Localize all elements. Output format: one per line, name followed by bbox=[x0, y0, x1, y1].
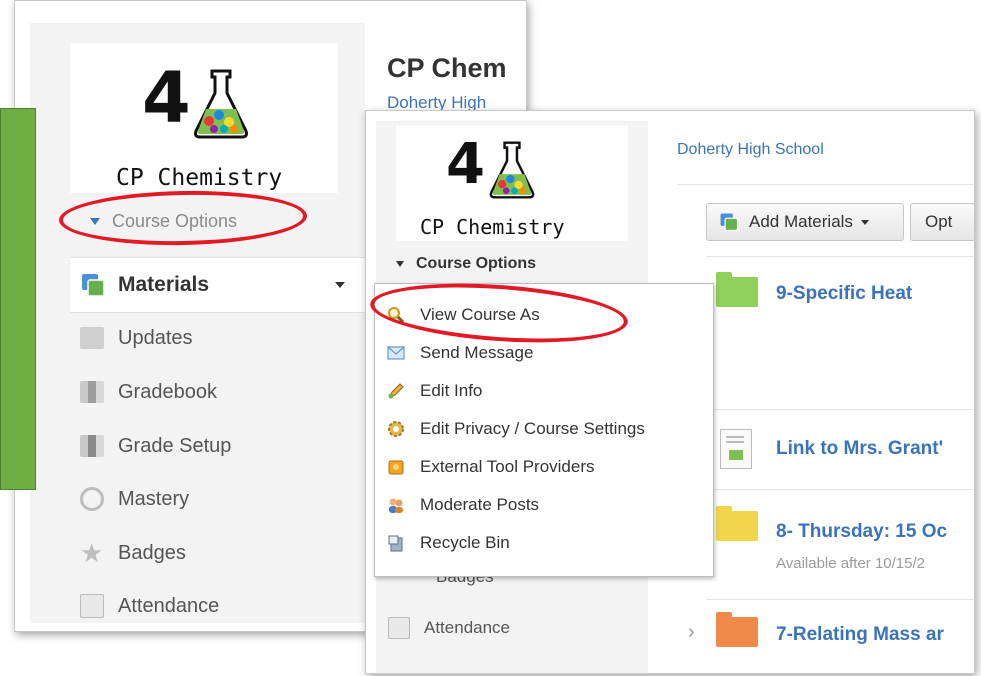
grade-setup-icon bbox=[80, 435, 104, 457]
menu-item-moderate-posts[interactable]: Moderate Posts bbox=[375, 486, 713, 524]
availability-note: Available after 10/15/2 bbox=[776, 555, 925, 572]
gear-icon bbox=[388, 421, 404, 437]
dropdown-caret-icon bbox=[860, 219, 869, 225]
front-course-logo: 4 CP Chemistry bbox=[396, 125, 628, 241]
envelope-icon bbox=[387, 346, 405, 360]
row-divider bbox=[706, 489, 974, 490]
logo-course-name: CP Chemistry bbox=[420, 215, 565, 239]
badges-icon: ★ bbox=[80, 537, 104, 568]
chevron-right-icon[interactable]: › bbox=[688, 621, 695, 644]
front-sidebar-attendance[interactable]: Attendance bbox=[388, 611, 510, 645]
sidebar-item-gradebook[interactable]: Gradebook bbox=[80, 373, 217, 411]
folder-icon bbox=[716, 272, 758, 307]
sidebar-item-updates[interactable]: Updates bbox=[80, 319, 193, 357]
material-item-title[interactable]: 7-Relating Mass ar bbox=[776, 624, 944, 646]
material-item-title[interactable]: Link to Mrs. Grant' bbox=[776, 438, 943, 460]
logo-course-name: CP Chemistry bbox=[116, 165, 283, 191]
dropdown-caret-icon bbox=[335, 282, 345, 288]
front-course-panel: 4 CP Chemistry Course Options Badges Att… bbox=[365, 110, 975, 674]
logo-number: 4 bbox=[446, 132, 485, 197]
folder-icon bbox=[716, 506, 758, 541]
front-school-link[interactable]: Doherty High School bbox=[677, 141, 824, 159]
materials-icon bbox=[82, 274, 105, 297]
recycle-bin-icon bbox=[388, 535, 403, 552]
gradebook-icon bbox=[80, 381, 104, 403]
menu-item-edit-privacy-settings[interactable]: Edit Privacy / Course Settings bbox=[375, 410, 713, 448]
back-course-logo: 4 CP Chemistry bbox=[70, 43, 338, 193]
updates-icon bbox=[80, 327, 104, 349]
flask-icon bbox=[194, 69, 248, 139]
folder-icon bbox=[716, 612, 758, 647]
menu-item-recycle-bin[interactable]: Recycle Bin bbox=[375, 524, 713, 562]
back-course-title: CP Chem bbox=[387, 53, 507, 83]
sidebar-item-badges[interactable]: ★ Badges bbox=[80, 534, 186, 572]
menu-item-edit-info[interactable]: Edit Info bbox=[375, 372, 713, 410]
material-item-title[interactable]: 8- Thursday: 15 Oc bbox=[776, 521, 947, 543]
sidebar-item-grade-setup[interactable]: Grade Setup bbox=[80, 427, 231, 465]
material-item-title[interactable]: 9-Specific Heat bbox=[776, 283, 912, 305]
add-materials-button[interactable]: Add Materials bbox=[706, 203, 904, 241]
triangle-down-icon bbox=[396, 261, 404, 267]
sidebar-item-materials[interactable]: Materials bbox=[70, 257, 370, 313]
puzzle-icon bbox=[388, 460, 404, 475]
logo-number: 4 bbox=[142, 57, 191, 139]
row-divider bbox=[706, 409, 974, 410]
attendance-icon bbox=[80, 594, 104, 618]
flask-icon bbox=[489, 141, 535, 199]
toolbar-divider bbox=[706, 256, 974, 257]
pencil-icon bbox=[388, 383, 404, 399]
mastery-icon bbox=[80, 487, 104, 511]
row-divider bbox=[706, 599, 974, 600]
materials-icon bbox=[720, 213, 739, 232]
header-divider bbox=[677, 184, 974, 185]
attendance-icon bbox=[388, 617, 410, 639]
sidebar-item-mastery[interactable]: Mastery bbox=[80, 480, 189, 518]
link-document-icon bbox=[720, 429, 752, 469]
options-button[interactable]: Opt bbox=[910, 203, 974, 241]
front-course-options[interactable]: Course Options bbox=[396, 255, 536, 273]
menu-item-external-tool-providers[interactable]: External Tool Providers bbox=[375, 448, 713, 486]
sidebar-item-attendance[interactable]: Attendance bbox=[80, 587, 219, 625]
green-callout-box bbox=[0, 108, 36, 490]
users-icon bbox=[389, 498, 403, 513]
